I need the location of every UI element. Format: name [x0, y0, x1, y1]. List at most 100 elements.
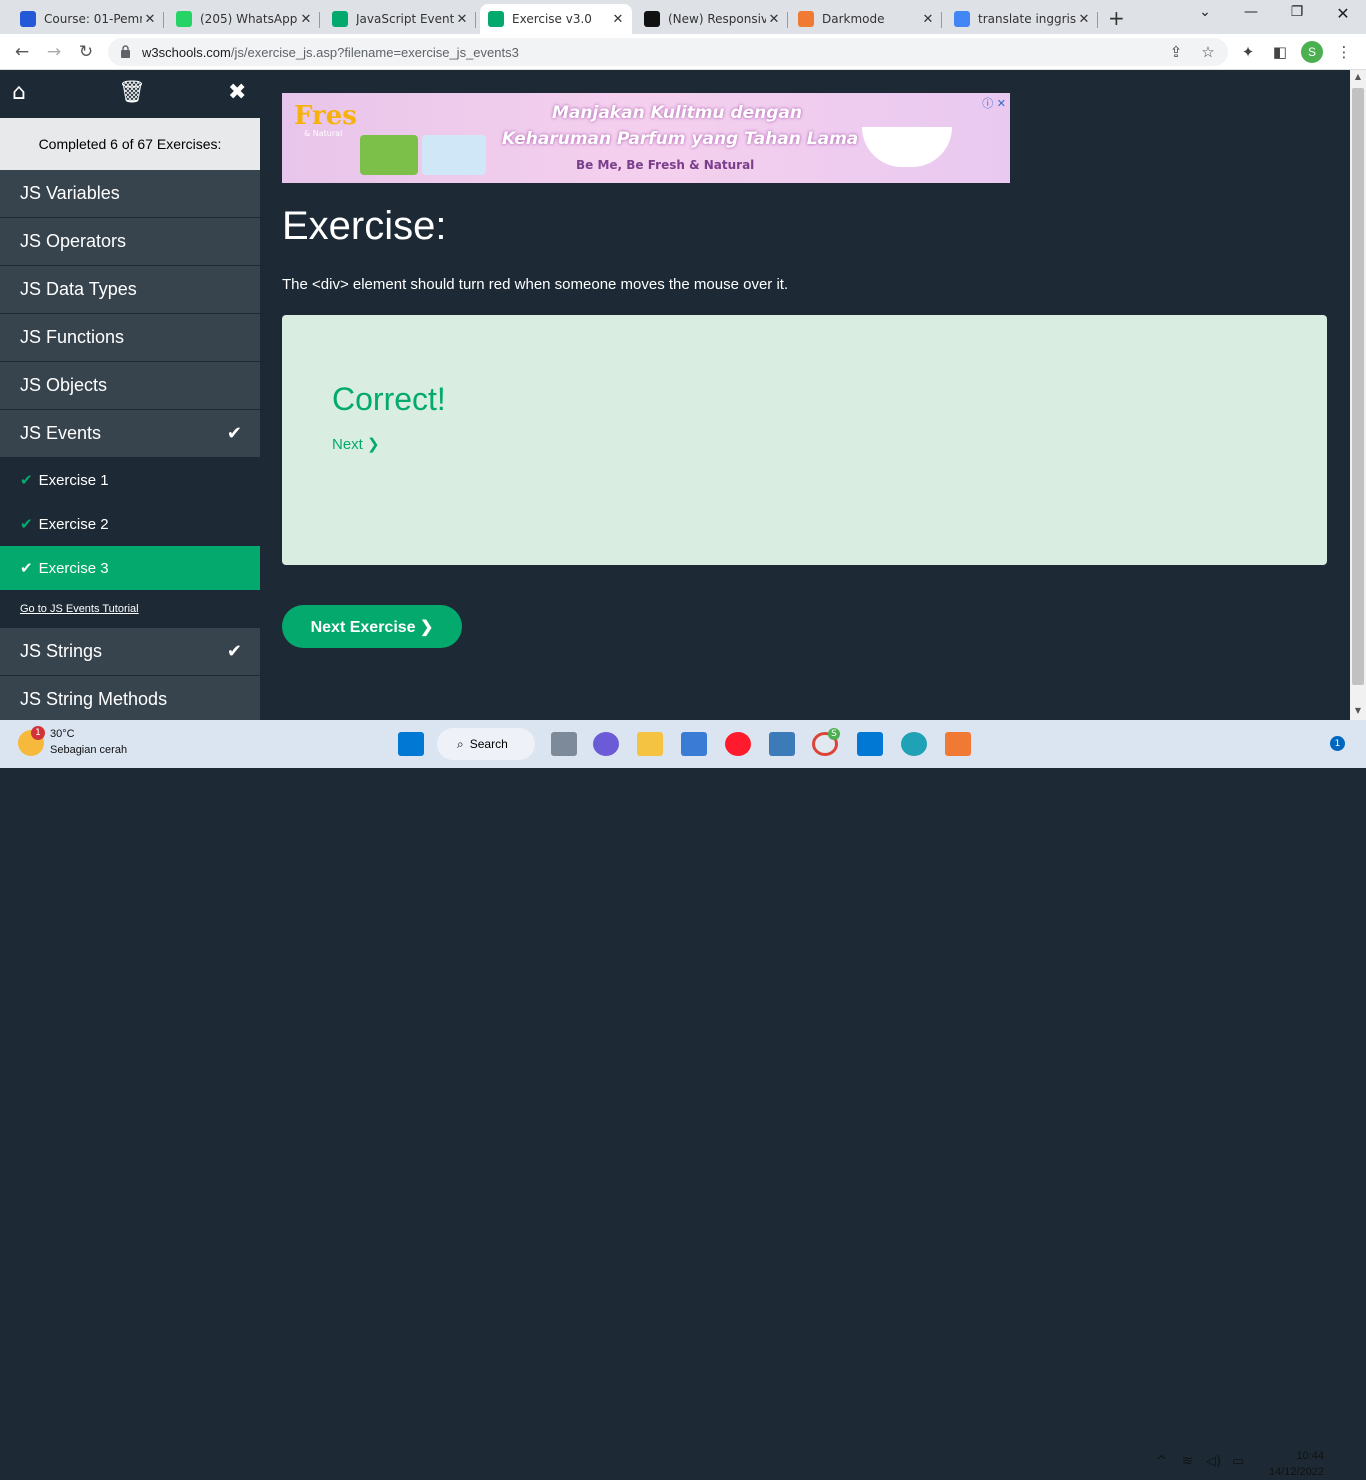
- browser-tab[interactable]: (205) WhatsApp ✕: [168, 4, 320, 34]
- tab-separator: [163, 12, 164, 28]
- show-hidden-icons[interactable]: ^: [1156, 1454, 1167, 1469]
- advertisement-banner[interactable]: Fres & Natural Manjakan Kulitmu dengan K…: [282, 93, 1010, 183]
- weather-badge: 1: [31, 726, 45, 740]
- side-panel-icon[interactable]: ◧: [1270, 43, 1290, 61]
- wifi-icon[interactable]: ≋: [1182, 1454, 1193, 1469]
- opera-icon[interactable]: [725, 732, 751, 756]
- browser-tab[interactable]: translate inggris ✕: [946, 4, 1098, 34]
- vscode-icon[interactable]: [857, 732, 883, 756]
- tab-close-icon[interactable]: ✕: [610, 12, 626, 27]
- tab-favicon-icon: [954, 11, 970, 27]
- sidebar-item-label: JS String Methods: [20, 689, 168, 709]
- bookmark-star-icon[interactable]: ☆: [1198, 43, 1218, 61]
- tab-close-icon[interactable]: ✕: [454, 12, 470, 27]
- tab-separator: [475, 12, 476, 28]
- sidebar-item[interactable]: JS Events ✔: [0, 410, 260, 458]
- tab-close-icon[interactable]: ✕: [920, 12, 936, 27]
- file-explorer-icon[interactable]: [637, 732, 663, 756]
- browser-tab[interactable]: Darkmode ✕: [790, 4, 942, 34]
- soap-pack-image: [360, 135, 418, 175]
- forward-icon[interactable]: →: [44, 42, 64, 62]
- edge-icon[interactable]: [901, 732, 927, 756]
- tab-close-icon[interactable]: ✕: [1076, 12, 1092, 27]
- battery-icon[interactable]: ▭: [1232, 1454, 1244, 1469]
- home-icon[interactable]: ⌂: [12, 80, 26, 105]
- python-icon[interactable]: [769, 732, 795, 756]
- result-panel: Correct! Next ❯: [282, 315, 1327, 565]
- trash-icon[interactable]: 🗑: [118, 80, 146, 105]
- ad-line-1: Manjakan Kulitmu dengan: [552, 103, 802, 123]
- tab-favicon-icon: [176, 11, 192, 27]
- url-bar[interactable]: w3schools.com/js/exercise_js.asp?filenam…: [108, 38, 1228, 66]
- tab-title: (New) Responsiv: [668, 12, 766, 26]
- sidebar-item[interactable]: JS String Methods: [0, 676, 260, 724]
- exercise-label: Exercise 3: [38, 559, 109, 577]
- volume-icon[interactable]: ◁): [1206, 1454, 1221, 1469]
- tab-separator: [941, 12, 942, 28]
- next-exercise-button[interactable]: Next Exercise ❯: [282, 605, 462, 648]
- sidebar-toolbar: ⌂ 🗑 ✖: [0, 70, 260, 118]
- search-icon: ⌕: [457, 736, 464, 751]
- back-icon[interactable]: ←: [12, 42, 32, 62]
- share-icon[interactable]: ⇪: [1166, 43, 1186, 61]
- xampp-icon[interactable]: [945, 732, 971, 756]
- scrollbar-thumb[interactable]: [1352, 88, 1364, 685]
- tab-search-icon[interactable]: ⌄: [1190, 4, 1220, 20]
- scroll-up-icon[interactable]: ▲: [1350, 72, 1366, 81]
- sidebar-item[interactable]: JS Strings ✔: [0, 628, 260, 676]
- time: 10:44: [1296, 1450, 1324, 1462]
- tab-favicon-icon: [798, 11, 814, 27]
- tutorial-link[interactable]: Go to JS Events Tutorial: [0, 590, 260, 628]
- minimize-icon[interactable]: —: [1236, 4, 1266, 20]
- restore-icon[interactable]: ❐: [1282, 4, 1312, 20]
- sidebar-item[interactable]: JS Objects: [0, 362, 260, 410]
- sidebar-item[interactable]: JS Functions: [0, 314, 260, 362]
- task-view-icon[interactable]: [551, 732, 577, 756]
- tab-close-icon[interactable]: ✕: [766, 12, 782, 27]
- start-icon[interactable]: [398, 732, 424, 756]
- exercise-label: Exercise 1: [38, 471, 109, 489]
- tab-separator: [1097, 12, 1098, 28]
- tab-favicon-icon: [644, 11, 660, 27]
- tab-close-icon[interactable]: ✕: [298, 12, 314, 27]
- taskbar-search[interactable]: ⌕ Search: [437, 728, 535, 760]
- browser-tab[interactable]: Exercise v3.0 ✕: [480, 4, 632, 34]
- browser-tab[interactable]: (New) Responsiv ✕: [636, 4, 788, 34]
- next-link[interactable]: Next ❯: [332, 435, 380, 453]
- page-scrollbar[interactable]: ▲ ▼: [1350, 70, 1366, 720]
- browser-tab[interactable]: Course: 01-Pemrc ✕: [12, 4, 164, 34]
- sidebar-exercise-item[interactable]: ✔ Exercise 3: [0, 546, 260, 590]
- profile-avatar[interactable]: S: [1301, 41, 1323, 63]
- window-close-icon[interactable]: ✕: [1328, 4, 1358, 23]
- menu-icon[interactable]: ⋮: [1334, 43, 1354, 61]
- sidebar-item[interactable]: JS Variables: [0, 170, 260, 218]
- soap-pack-image: [422, 135, 486, 175]
- lock-icon: [121, 45, 130, 58]
- ad-line-2: Keharuman Parfum yang Tahan Lama: [502, 129, 859, 149]
- clock[interactable]: 10:44 14/12/2022: [1262, 1448, 1324, 1480]
- tab-title: translate inggris: [978, 12, 1076, 26]
- teams-chat-icon[interactable]: [593, 732, 619, 756]
- chrome-profile-badge: S: [828, 728, 840, 740]
- extensions-icon[interactable]: ✦: [1238, 43, 1258, 61]
- sidebar-exercise-item[interactable]: ✔ Exercise 1: [0, 458, 260, 502]
- sidebar-item-label: JS Objects: [20, 375, 108, 395]
- url-host: w3schools.com: [142, 44, 231, 60]
- notification-badge[interactable]: 1: [1330, 736, 1345, 751]
- scroll-down-icon[interactable]: ▼: [1350, 706, 1366, 715]
- ad-close-icon[interactable]: ⓘ ✕: [982, 95, 1006, 111]
- date: 14/12/2022: [1268, 1466, 1324, 1478]
- tab-separator: [787, 12, 788, 28]
- store-icon[interactable]: [681, 732, 707, 756]
- exercise-label: Exercise 2: [38, 515, 109, 533]
- browser-tab[interactable]: JavaScript Events ✕: [324, 4, 476, 34]
- sidebar-exercise-item[interactable]: ✔ Exercise 2: [0, 502, 260, 546]
- sidebar-item[interactable]: JS Operators: [0, 218, 260, 266]
- close-sidebar-icon[interactable]: ✖: [228, 80, 246, 105]
- reload-icon[interactable]: ↻: [76, 42, 96, 62]
- sidebar-item[interactable]: JS Data Types: [0, 266, 260, 314]
- tab-favicon-icon: [488, 11, 504, 27]
- new-tab-button[interactable]: +: [1108, 6, 1125, 30]
- search-label: Search: [469, 737, 508, 751]
- tab-close-icon[interactable]: ✕: [142, 12, 158, 27]
